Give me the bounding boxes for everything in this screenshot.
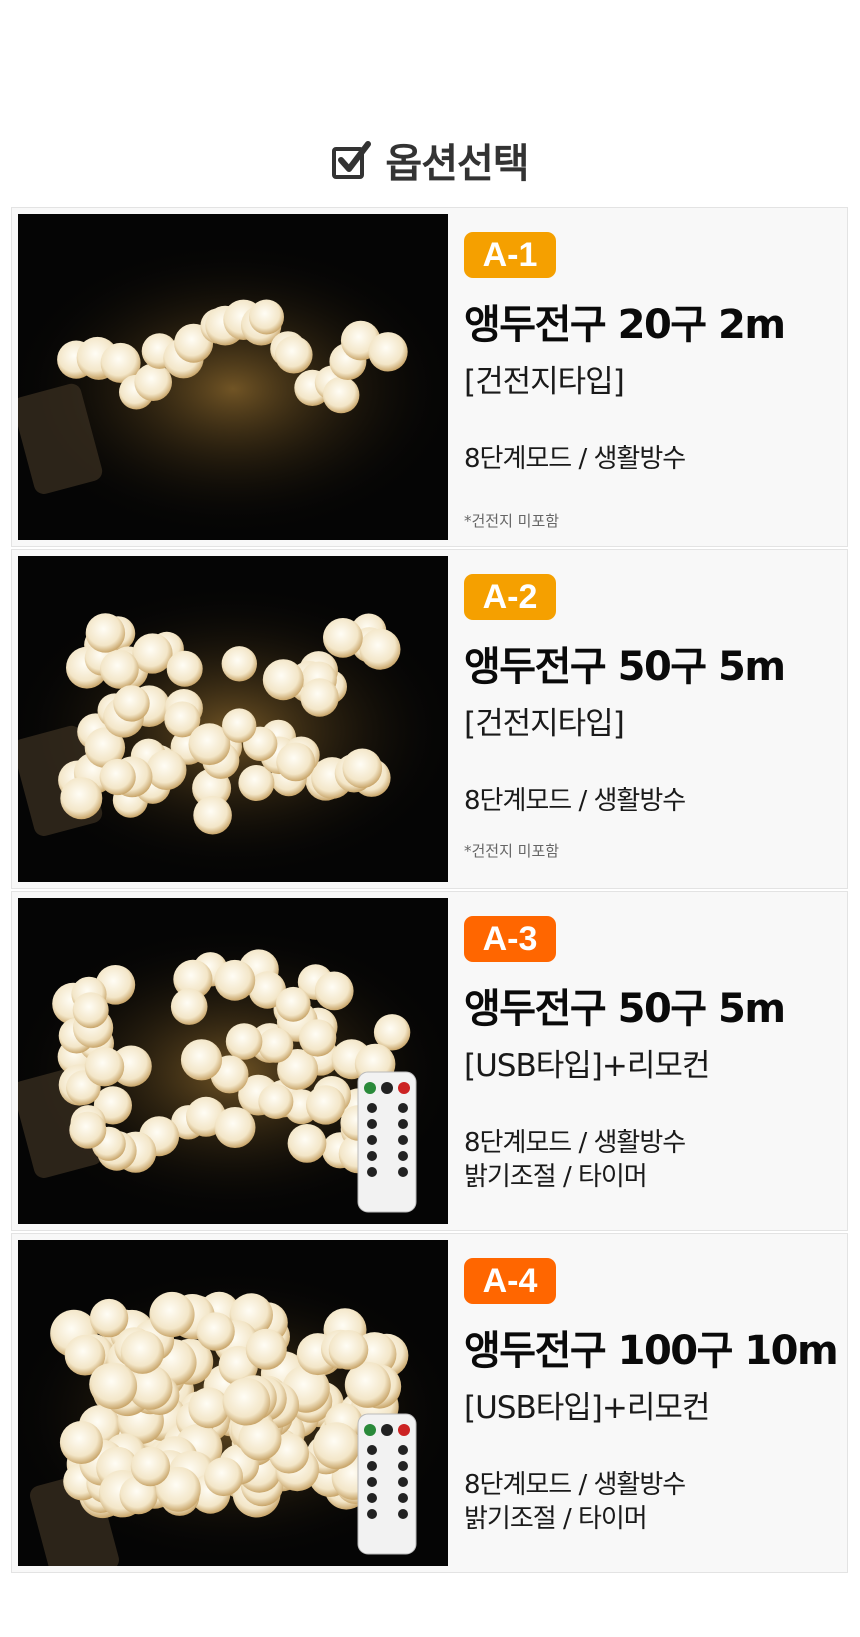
bulb: [314, 971, 354, 1011]
product-card-a3[interactable]: A-3 앵두전구 50구 5m [USB타입]+리모컨 8단계모드 / 생활방수…: [11, 891, 848, 1231]
bulb: [149, 1291, 195, 1338]
bulb: [130, 1446, 171, 1487]
bulb: [221, 646, 257, 682]
bulb: [222, 1377, 271, 1426]
feature-line: 밝기조절 / 타이머: [464, 1504, 648, 1534]
bulb: [113, 685, 150, 722]
bulb: [276, 742, 316, 782]
bulb: [214, 959, 256, 1001]
product-type: [건전지타입]: [464, 706, 625, 742]
bulb: [196, 1312, 235, 1351]
product-name: 앵두전구 50구 5m: [464, 644, 786, 690]
bulb: [69, 1111, 107, 1149]
bulb: [193, 795, 232, 835]
feature-line: 8단계모드 / 생활방수: [464, 444, 686, 474]
bulb: [287, 1124, 327, 1163]
product-photo: [18, 556, 448, 882]
bulb: [134, 363, 172, 401]
bulb: [359, 628, 401, 670]
product-type: [USB타입]+리모컨: [464, 1390, 710, 1426]
bulb: [275, 986, 311, 1022]
checkbox-checked-icon: [332, 141, 372, 179]
feature-line: 8단계모드 / 생활방수: [464, 1470, 686, 1500]
option-badge: A-3: [464, 916, 556, 962]
bulb: [225, 1023, 263, 1060]
bulb: [204, 1457, 244, 1497]
bulb: [100, 649, 139, 689]
product-features: 8단계모드 / 생활방수 밝기조절 / 타이머: [464, 1126, 686, 1194]
product-name: 앵두전구 100구 10m: [464, 1328, 839, 1374]
bulb: [262, 659, 304, 701]
bulb: [146, 749, 187, 790]
bulb: [323, 618, 363, 658]
bulb: [342, 748, 383, 789]
bulb: [72, 992, 109, 1029]
product-features: 8단계모드 / 생활방수: [464, 784, 686, 818]
product-features: 8단계모드 / 생활방수: [464, 442, 686, 476]
product-type: [건전지타입]: [464, 364, 625, 400]
bulb: [60, 777, 103, 820]
bulb: [258, 1027, 294, 1063]
bulb: [249, 299, 284, 335]
product-name: 앵두전구 20구 2m: [464, 302, 786, 348]
feature-line: 밝기조절 / 타이머: [464, 1162, 648, 1192]
bulb: [298, 1019, 337, 1057]
bulb: [245, 1328, 287, 1370]
bulb: [99, 758, 136, 796]
product-features: 8단계모드 / 생활방수 밝기조절 / 타이머: [464, 1468, 686, 1536]
battery-note: *건전지 미포함: [464, 512, 560, 530]
bulb: [170, 988, 208, 1025]
feature-line: 8단계모드 / 생활방수: [464, 1128, 686, 1158]
light-glow: [18, 239, 448, 539]
feature-line: 8단계모드 / 생활방수: [464, 786, 686, 816]
bulb: [188, 1387, 230, 1429]
remote-control: [357, 1071, 417, 1213]
bulb: [300, 678, 339, 717]
battery-note: *건전지 미포함: [464, 842, 560, 860]
bulb: [84, 1047, 125, 1087]
bulb: [180, 1039, 223, 1081]
bulb: [59, 1421, 103, 1464]
bulb: [328, 1330, 369, 1370]
product-photo: [18, 214, 448, 540]
product-card-a4[interactable]: A-4 앵두전구 100구 10m [USB타입]+리모컨 8단계모드 / 생활…: [11, 1233, 848, 1573]
bulb: [313, 1422, 360, 1470]
product-name: 앵두전구 50구 5m: [464, 986, 786, 1032]
bulb: [214, 1107, 256, 1148]
bulb: [258, 1084, 294, 1119]
bulb: [275, 335, 313, 374]
product-card-a2[interactable]: A-2 앵두전구 50구 5m [건전지타입] 8단계모드 / 생활방수 *건전…: [11, 549, 848, 889]
bulb: [368, 332, 408, 372]
product-photo: [18, 1240, 448, 1566]
bulb: [306, 1085, 346, 1125]
bulb: [166, 650, 203, 687]
remote-control: [357, 1413, 417, 1555]
page-title: 옵션선택: [385, 141, 529, 187]
bulb: [222, 708, 257, 743]
product-type: [USB타입]+리모컨: [464, 1048, 710, 1084]
option-badge: A-4: [464, 1258, 556, 1304]
product-photo: [18, 898, 448, 1224]
option-badge: A-1: [464, 232, 556, 278]
option-badge: A-2: [464, 574, 556, 620]
bulb: [85, 613, 126, 653]
bulb: [90, 1362, 138, 1410]
product-card-a1[interactable]: A-1 앵두전구 20구 2m [건전지타입] 8단계모드 / 생활방수 *건전…: [11, 207, 848, 547]
option-select-header: 옵션선택: [0, 128, 860, 192]
bulb: [322, 376, 360, 414]
